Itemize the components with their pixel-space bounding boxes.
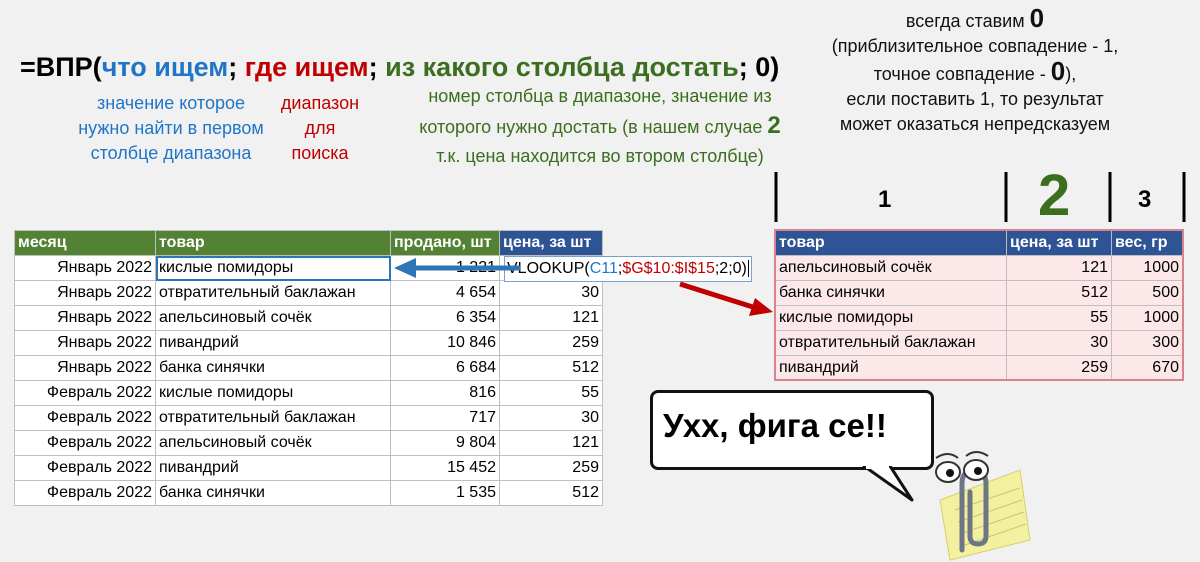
table-row: Февраль 2022 отвратительный баклажан 717… bbox=[14, 405, 603, 431]
blue-arrow-icon bbox=[394, 258, 520, 278]
formula-where: где ищем bbox=[244, 52, 369, 82]
cell[interactable]: 300 bbox=[1111, 330, 1183, 356]
cell[interactable]: банка синячки bbox=[775, 280, 1007, 306]
cell[interactable]: пивандрий bbox=[155, 330, 391, 356]
note-column-index: номер столбца в диапазоне, значение из к… bbox=[419, 86, 781, 166]
cell[interactable]: 121 bbox=[499, 305, 603, 331]
column-number-bars bbox=[774, 172, 1186, 222]
cell[interactable]: банка синячки bbox=[155, 355, 391, 381]
cell[interactable]: 9 804 bbox=[390, 430, 500, 456]
table-row: Январь 2022 апельсиновый сочёк 6 354 121 bbox=[14, 305, 603, 331]
cell[interactable]: 6 684 bbox=[390, 355, 500, 381]
table-row: пивандрий 259 670 bbox=[775, 355, 1183, 381]
formula-headline: =ВПР(что ищем; где ищем; из какого столб… bbox=[20, 52, 780, 82]
col-header-product[interactable]: товар bbox=[155, 230, 391, 256]
column-number-3: 3 bbox=[1138, 186, 1152, 213]
col-header-price[interactable]: цена, за шт bbox=[499, 230, 603, 256]
cell[interactable]: Январь 2022 bbox=[14, 280, 156, 306]
cell[interactable]: Январь 2022 bbox=[14, 305, 156, 331]
cell[interactable]: кислые помидоры bbox=[155, 380, 391, 406]
cell[interactable]: апельсиновый сочёк bbox=[155, 430, 391, 456]
col-header-sold[interactable]: продано, шт bbox=[390, 230, 500, 256]
cell[interactable]: банка синячки bbox=[155, 480, 391, 506]
cell[interactable]: 6 354 bbox=[390, 305, 500, 331]
cell[interactable]: 512 bbox=[499, 355, 603, 381]
cell[interactable]: 1000 bbox=[1111, 305, 1183, 331]
cell[interactable]: апельсиновый сочёк bbox=[775, 255, 1007, 281]
cell[interactable]: 10 846 bbox=[390, 330, 500, 356]
cell[interactable]: отвратительный баклажан bbox=[155, 280, 391, 306]
col-header-price[interactable]: цена, за шт bbox=[1006, 230, 1112, 256]
table-row: кислые помидоры 55 1000 bbox=[775, 305, 1183, 331]
table-row: апельсиновый сочёк 121 1000 bbox=[775, 255, 1183, 281]
column-number-2: 2 bbox=[1038, 163, 1071, 228]
cell[interactable]: Февраль 2022 bbox=[14, 430, 156, 456]
cell[interactable]: 121 bbox=[499, 430, 603, 456]
table-row: банка синячки 512 500 bbox=[775, 280, 1183, 306]
cell[interactable]: 500 bbox=[1111, 280, 1183, 306]
cell[interactable]: Январь 2022 bbox=[14, 355, 156, 381]
cell[interactable]: кислые помидоры bbox=[775, 305, 1007, 331]
cell[interactable]: Февраль 2022 bbox=[14, 455, 156, 481]
cell[interactable]: 121 bbox=[1006, 255, 1112, 281]
red-arrow-icon bbox=[679, 281, 773, 316]
cell[interactable]: 55 bbox=[499, 380, 603, 406]
cell[interactable]: 259 bbox=[1006, 355, 1112, 381]
selected-cell[interactable]: кислые помидоры bbox=[155, 255, 391, 281]
cell[interactable]: апельсиновый сочёк bbox=[155, 305, 391, 331]
speech-bubble: Ухх, фига се!! bbox=[650, 390, 934, 470]
cell[interactable]: Февраль 2022 bbox=[14, 480, 156, 506]
column-number-1: 1 bbox=[878, 186, 892, 213]
cell[interactable]: 670 bbox=[1111, 355, 1183, 381]
formula-which-col: из какого столбца достать bbox=[385, 52, 739, 82]
cell[interactable]: 259 bbox=[499, 330, 603, 356]
paperclip-assistant-icon bbox=[935, 451, 1031, 561]
col-header-month[interactable]: месяц bbox=[14, 230, 156, 256]
cell[interactable]: пивандрий bbox=[775, 355, 1007, 381]
cell[interactable]: 30 bbox=[1006, 330, 1112, 356]
cell[interactable]: Январь 2022 bbox=[14, 330, 156, 356]
cell[interactable]: 512 bbox=[499, 480, 603, 506]
cell[interactable]: 30 bbox=[499, 405, 603, 431]
table-row: Февраль 2022 кислые помидоры 816 55 bbox=[14, 380, 603, 406]
cell[interactable]: 4 654 bbox=[390, 280, 500, 306]
cell[interactable]: 30 bbox=[499, 280, 603, 306]
cell[interactable]: Февраль 2022 bbox=[14, 405, 156, 431]
cell[interactable]: 1000 bbox=[1111, 255, 1183, 281]
note-match-type: всегда ставим 0 (приблизительное совпаде… bbox=[831, 3, 1119, 134]
cell[interactable]: 1 535 bbox=[390, 480, 500, 506]
cell[interactable]: Январь 2022 bbox=[14, 255, 156, 281]
note-range: диапазон для поиска bbox=[280, 93, 360, 163]
cell[interactable]: 55 bbox=[1006, 305, 1112, 331]
table-row: отвратительный баклажан 30 300 bbox=[775, 330, 1183, 356]
table-row: Январь 2022 отвратительный баклажан 4 65… bbox=[14, 280, 603, 306]
table-row: Февраль 2022 банка синячки 1 535 512 bbox=[14, 480, 603, 506]
table-row: Январь 2022 банка синячки 6 684 512 bbox=[14, 355, 603, 381]
cell[interactable]: отвратительный баклажан bbox=[155, 405, 391, 431]
cell[interactable]: 717 bbox=[390, 405, 500, 431]
table-row: Январь 2022 пивандрий 10 846 259 bbox=[14, 330, 603, 356]
cell[interactable]: пивандрий bbox=[155, 455, 391, 481]
cell[interactable]: 15 452 bbox=[390, 455, 500, 481]
cell[interactable]: отвратительный баклажан bbox=[775, 330, 1007, 356]
note-lookup-value: значение которое нужно найти в первом стол… bbox=[78, 93, 264, 163]
cell[interactable]: Февраль 2022 bbox=[14, 380, 156, 406]
cell[interactable]: 816 bbox=[390, 380, 500, 406]
table-row: Февраль 2022 апельсиновый сочёк 9 804 12… bbox=[14, 430, 603, 456]
col-header-weight[interactable]: вес, гр bbox=[1111, 230, 1183, 256]
col-header-product[interactable]: товар bbox=[775, 230, 1007, 256]
cell[interactable]: 512 bbox=[1006, 280, 1112, 306]
cell[interactable]: 259 bbox=[499, 455, 603, 481]
table-row: Февраль 2022 пивандрий 15 452 259 bbox=[14, 455, 603, 481]
lookup-range-table: товар цена, за шт вес, гр апельсиновый с… bbox=[775, 230, 1183, 381]
formula-what: что ищем bbox=[101, 52, 229, 82]
